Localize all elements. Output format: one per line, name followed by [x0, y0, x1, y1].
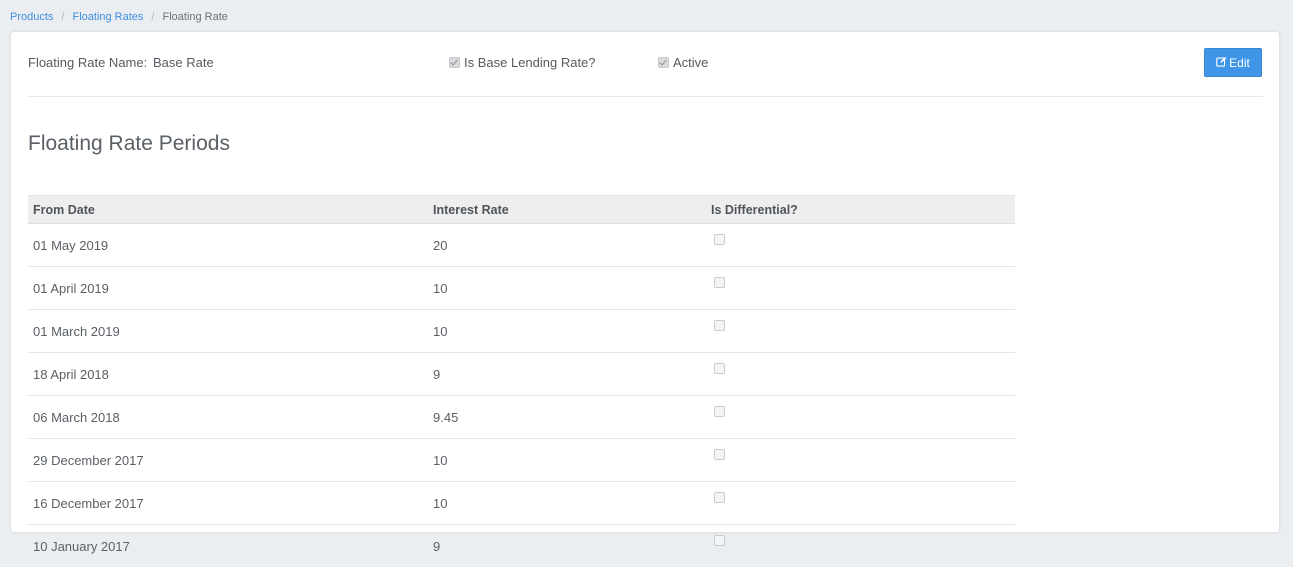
from-date-cell: 01 April 2019: [28, 267, 428, 310]
is-differential-checkbox: [714, 234, 725, 245]
table-row: 01 May 2019 20: [28, 224, 1015, 267]
interest-rate-cell: 10: [428, 267, 706, 310]
breadcrumb-link-floating-rates[interactable]: Floating Rates: [72, 11, 143, 23]
is-base-lending-rate-checkbox: [449, 57, 460, 68]
floating-rate-periods-table: From Date Interest Rate Is Differential?…: [28, 195, 1015, 567]
from-date-cell: 10 January 2017: [28, 525, 428, 567]
active-checkbox: [658, 57, 669, 68]
is-base-lending-rate-field: Is Base Lending Rate?: [449, 55, 596, 70]
is-differential-checkbox: [714, 535, 725, 546]
is-differential-cell: [706, 267, 1015, 310]
pencil-square-icon: [1216, 56, 1227, 70]
interest-rate-cell: 10: [428, 439, 706, 482]
edit-button[interactable]: Edit: [1204, 48, 1262, 77]
table-row: 01 March 2019 10: [28, 310, 1015, 353]
breadcrumb-current: Floating Rate: [162, 11, 227, 23]
from-date-cell: 01 March 2019: [28, 310, 428, 353]
interest-rate-cell: 9: [428, 353, 706, 396]
active-label: Active: [673, 55, 708, 70]
is-differential-cell: [706, 396, 1015, 439]
from-date-cell: 29 December 2017: [28, 439, 428, 482]
interest-rate-cell: 20: [428, 224, 706, 267]
table-row: 29 December 2017 10: [28, 439, 1015, 482]
breadcrumb: Products / Floating Rates / Floating Rat…: [10, 11, 228, 23]
is-differential-checkbox: [714, 363, 725, 374]
from-date-cell: 18 April 2018: [28, 353, 428, 396]
from-date-cell: 06 March 2018: [28, 396, 428, 439]
from-date-cell: 16 December 2017: [28, 482, 428, 525]
column-header-from-date: From Date: [28, 196, 428, 224]
breadcrumb-link-products[interactable]: Products: [10, 11, 53, 23]
table-row: 10 January 2017 9: [28, 525, 1015, 567]
is-differential-cell: [706, 224, 1015, 267]
column-header-is-differential: Is Differential?: [706, 196, 1015, 224]
is-base-lending-rate-label: Is Base Lending Rate?: [464, 55, 596, 70]
column-header-interest-rate: Interest Rate: [428, 196, 706, 224]
breadcrumb-separator: /: [151, 11, 154, 23]
floating-rate-summary: Floating Rate Name: Base Rate Is Base Le…: [28, 55, 1263, 75]
floating-rate-card: Floating Rate Name: Base Rate Is Base Le…: [11, 32, 1279, 532]
from-date-cell: 01 May 2019: [28, 224, 428, 267]
edit-button-label: Edit: [1229, 56, 1250, 70]
is-differential-checkbox: [714, 277, 725, 288]
section-title-floating-rate-periods: Floating Rate Periods: [28, 132, 230, 156]
interest-rate-cell: 10: [428, 310, 706, 353]
table-row: 18 April 2018 9: [28, 353, 1015, 396]
breadcrumb-separator: /: [61, 11, 64, 23]
interest-rate-cell: 10: [428, 482, 706, 525]
is-differential-cell: [706, 310, 1015, 353]
is-differential-checkbox: [714, 320, 725, 331]
table-row: 16 December 2017 10: [28, 482, 1015, 525]
is-differential-checkbox: [714, 492, 725, 503]
is-differential-checkbox: [714, 449, 725, 460]
divider: [28, 96, 1263, 97]
is-differential-cell: [706, 353, 1015, 396]
is-differential-cell: [706, 482, 1015, 525]
table-row: 06 March 2018 9.45: [28, 396, 1015, 439]
floating-rate-name-value: Base Rate: [153, 55, 214, 70]
is-differential-cell: [706, 525, 1015, 567]
floating-rate-name-label: Floating Rate Name:: [28, 55, 147, 70]
is-differential-checkbox: [714, 406, 725, 417]
active-field: Active: [658, 55, 708, 70]
interest-rate-cell: 9.45: [428, 396, 706, 439]
table-row: 01 April 2019 10: [28, 267, 1015, 310]
interest-rate-cell: 9: [428, 525, 706, 567]
table-header-row: From Date Interest Rate Is Differential?: [28, 196, 1015, 224]
is-differential-cell: [706, 439, 1015, 482]
